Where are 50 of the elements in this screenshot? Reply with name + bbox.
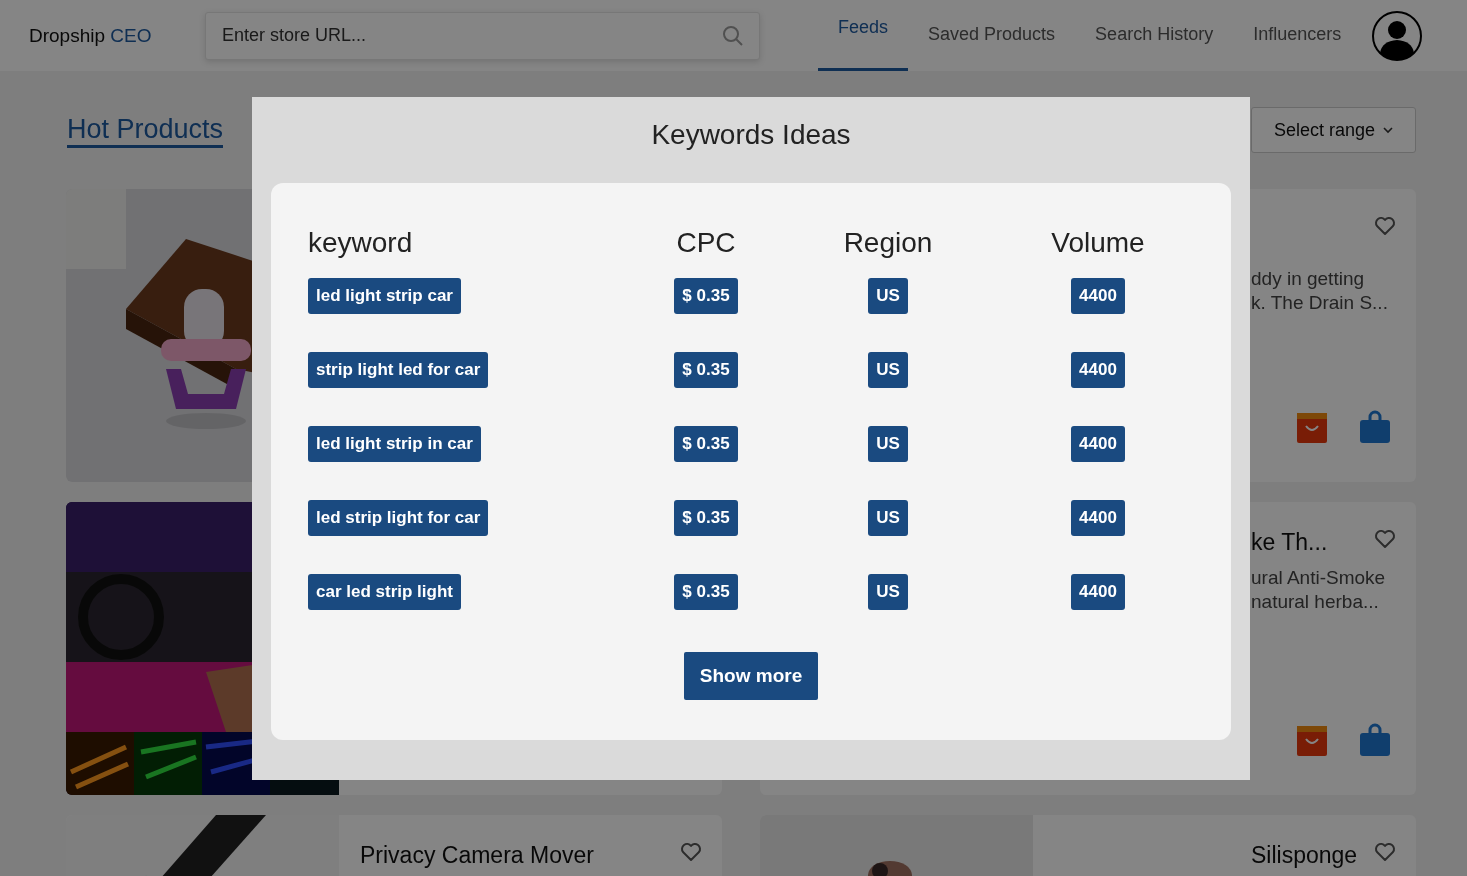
chevron-icon <box>1383 126 1394 134</box>
volume-tag: 4400 <box>1071 278 1125 314</box>
column-header: Volume <box>1050 226 1146 260</box>
region-tag: US <box>868 352 908 388</box>
keyword-tag[interactable]: led light strip car <box>308 278 461 314</box>
product-title: Silisponge <box>1251 841 1358 869</box>
shopping-bag-icon[interactable] <box>1296 725 1328 757</box>
avatar-icon[interactable] <box>1372 10 1423 61</box>
heart-icon[interactable] <box>1374 842 1396 862</box>
region-tag: US <box>868 500 908 536</box>
product-description: ddy in getting k. The Drain S... <box>1251 267 1388 315</box>
product-description: ural Anti-Smoke natural herba... <box>1251 566 1386 614</box>
region-tag: US <box>868 278 908 314</box>
column-header: CPC <box>675 226 737 260</box>
shopping-bag-icon[interactable] <box>1359 410 1391 444</box>
volume-tag: 4400 <box>1071 352 1125 388</box>
volume-tag: 4400 <box>1071 574 1125 610</box>
page-title: Hot Products <box>67 112 224 148</box>
shopping-bag-icon[interactable] <box>1359 723 1391 757</box>
heart-icon[interactable] <box>1374 529 1396 549</box>
cpc-tag: $ 0.35 <box>674 574 738 610</box>
region-tag: US <box>868 426 908 462</box>
heart-icon[interactable] <box>1374 216 1396 236</box>
logo[interactable]: Dropship CEO <box>29 24 205 47</box>
product-title: Privacy Camera Mover <box>360 841 594 869</box>
nav-tab[interactable]: Feeds <box>818 0 909 71</box>
cpc-tag: $ 0.35 <box>674 278 738 314</box>
volume-tag: 4400 <box>1071 426 1125 462</box>
volume-tag: 4400 <box>1071 500 1125 536</box>
keyword-tag[interactable]: strip light led for car <box>308 352 489 388</box>
range-select[interactable]: Select range <box>1251 107 1416 153</box>
cpc-tag: $ 0.35 <box>674 352 738 388</box>
region-tag: US <box>868 574 908 610</box>
shopping-bag-icon[interactable] <box>1296 412 1328 444</box>
cpc-tag: $ 0.35 <box>674 426 738 462</box>
heart-icon[interactable] <box>680 842 702 862</box>
nav-tab[interactable]: Influencers <box>1233 0 1362 71</box>
modal-title: Keywords Ideas <box>650 118 852 152</box>
search-icon[interactable] <box>722 24 744 47</box>
show-more-button[interactable]: Show more <box>684 652 818 700</box>
keyword-tag[interactable]: led strip light for car <box>308 500 489 536</box>
nav-tab[interactable]: Saved Products <box>908 0 1076 71</box>
column-header: keyword <box>308 226 414 260</box>
product-title: ke Th... <box>1251 528 1328 556</box>
cpc-tag: $ 0.35 <box>674 500 738 536</box>
nav-tab[interactable]: Search History <box>1075 0 1234 71</box>
keyword-tag[interactable]: led light strip in car <box>308 426 481 462</box>
column-header: Region <box>842 226 934 260</box>
search-field[interactable]: Enter store URL... <box>205 11 760 60</box>
keyword-tag[interactable]: car led strip light <box>308 574 461 610</box>
